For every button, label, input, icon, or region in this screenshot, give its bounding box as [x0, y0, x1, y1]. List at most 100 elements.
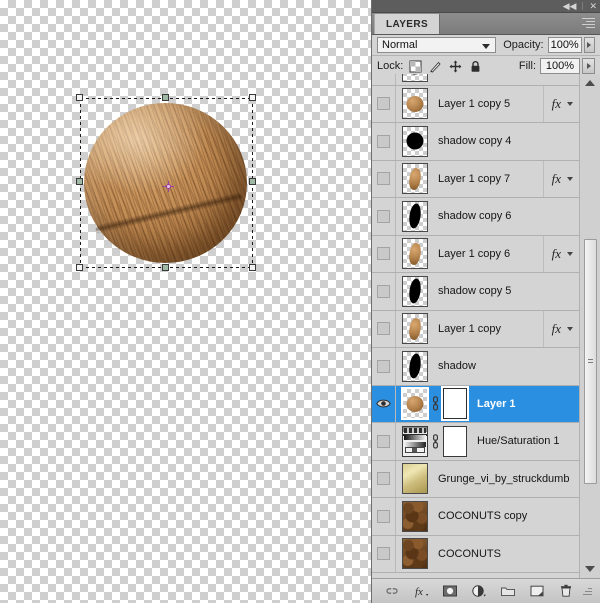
- layer-thumbnail[interactable]: [402, 125, 428, 157]
- delete-layer-icon[interactable]: [558, 583, 574, 599]
- close-icon[interactable]: ✕: [589, 1, 597, 11]
- layer-row[interactable]: Layer 1 copy fx: [372, 310, 579, 348]
- layer-row[interactable]: COCONUTS: [372, 535, 579, 573]
- handle-top-left[interactable]: [76, 94, 83, 101]
- panel-menu-icon[interactable]: [582, 18, 595, 28]
- layer-visibility-toggle[interactable]: [377, 509, 390, 523]
- scrollbar-thumb[interactable]: [584, 239, 597, 484]
- opacity-input[interactable]: 100%: [547, 37, 582, 53]
- layer-row[interactable]: shadow copy: [372, 74, 579, 86]
- opacity-stepper[interactable]: [583, 37, 595, 53]
- layer-row[interactable]: Grunge_vi_by_struckdumb: [372, 460, 579, 498]
- layer-visibility-toggle[interactable]: [377, 172, 390, 186]
- layer-visibility-toggle[interactable]: [377, 322, 390, 336]
- panel-resize-grip[interactable]: [583, 587, 592, 596]
- layer-thumbnail[interactable]: [402, 163, 428, 195]
- layer-effects-indicator[interactable]: fx: [542, 235, 579, 272]
- layer-visibility-toggle[interactable]: [377, 284, 390, 298]
- handle-middle-right[interactable]: [249, 178, 256, 185]
- chevron-down-icon[interactable]: [567, 101, 573, 106]
- fill-stepper[interactable]: [582, 58, 595, 74]
- layer-visibility-cell[interactable]: [372, 123, 396, 160]
- layer-visibility-cell[interactable]: [372, 160, 396, 197]
- layer-row[interactable]: shadow: [372, 348, 579, 386]
- link-mask-icon[interactable]: [431, 396, 440, 411]
- layer-thumbnail[interactable]: [402, 538, 428, 570]
- layer-visibility-toggle[interactable]: [377, 97, 390, 111]
- link-mask-icon[interactable]: [431, 433, 440, 449]
- collapse-panels-icon[interactable]: ◀◀: [563, 1, 577, 11]
- layer-mask-thumbnail[interactable]: [443, 425, 467, 457]
- scroll-down-arrow-icon[interactable]: [580, 562, 600, 576]
- handle-middle-left[interactable]: [76, 178, 83, 185]
- handle-bottom-left[interactable]: [76, 264, 83, 271]
- layer-effects-indicator[interactable]: fx: [542, 85, 579, 122]
- link-layers-icon[interactable]: [384, 583, 400, 599]
- new-layer-icon[interactable]: [529, 583, 545, 599]
- new-adjustment-layer-icon[interactable]: [471, 583, 487, 599]
- lock-all-icon[interactable]: [469, 60, 482, 73]
- handle-bottom-center[interactable]: [162, 264, 169, 271]
- layer-list-scrollbar[interactable]: [579, 74, 600, 578]
- layer-thumbnail[interactable]: [401, 387, 429, 421]
- chevron-down-icon[interactable]: [567, 251, 573, 256]
- chevron-down-icon[interactable]: [567, 176, 573, 181]
- layer-list[interactable]: shadow copy Layer 1 copy 5 fx shadow copy 4…: [372, 74, 600, 578]
- lock-position-icon[interactable]: [449, 60, 462, 73]
- layer-row[interactable]: Hue/Saturation 1: [372, 423, 579, 461]
- layer-visibility-toggle[interactable]: [377, 359, 390, 373]
- layer-visibility-cell[interactable]: [372, 198, 396, 235]
- add-layer-style-icon[interactable]: fx: [413, 583, 429, 599]
- transform-reference-point[interactable]: [163, 181, 174, 192]
- layer-thumbnail[interactable]: [402, 74, 428, 82]
- layer-row[interactable]: Layer 1: [372, 385, 579, 423]
- eye-icon[interactable]: [376, 398, 391, 409]
- canvas-area[interactable]: [0, 0, 371, 603]
- lock-transparency-icon[interactable]: [409, 60, 422, 73]
- layer-visibility-cell[interactable]: [372, 310, 396, 347]
- layer-thumbnail[interactable]: [402, 313, 428, 345]
- layer-thumbnail[interactable]: [402, 463, 428, 495]
- layer-thumbnail[interactable]: [402, 275, 428, 307]
- layer-row[interactable]: Layer 1 copy 6 fx: [372, 235, 579, 273]
- layer-effects-indicator[interactable]: fx: [542, 310, 579, 347]
- layer-row[interactable]: shadow copy 4: [372, 123, 579, 161]
- layer-visibility-cell[interactable]: [372, 460, 396, 497]
- handle-bottom-right[interactable]: [249, 264, 256, 271]
- layer-thumbnail[interactable]: [402, 238, 428, 270]
- layer-thumbnail[interactable]: [402, 88, 428, 120]
- layer-visibility-toggle[interactable]: [377, 134, 390, 148]
- chevron-down-icon[interactable]: [567, 326, 573, 331]
- new-group-icon[interactable]: [500, 583, 516, 599]
- layer-visibility-cell[interactable]: [372, 535, 396, 572]
- layer-visibility-cell[interactable]: [372, 423, 396, 460]
- layer-visibility-cell[interactable]: [372, 385, 396, 422]
- handle-top-center[interactable]: [162, 94, 169, 101]
- handle-top-right[interactable]: [249, 94, 256, 101]
- layer-visibility-cell[interactable]: [372, 74, 396, 85]
- layer-visibility-toggle[interactable]: [377, 247, 390, 261]
- layer-row[interactable]: Layer 1 copy 5 fx: [372, 85, 579, 123]
- layer-thumbnail[interactable]: [402, 200, 428, 232]
- scroll-up-arrow-icon[interactable]: [580, 76, 600, 90]
- layer-row[interactable]: COCONUTS copy: [372, 498, 579, 536]
- layer-visibility-cell[interactable]: [372, 273, 396, 310]
- layer-visibility-toggle[interactable]: [377, 209, 390, 223]
- layer-visibility-cell[interactable]: [372, 498, 396, 535]
- fill-input[interactable]: 100%: [540, 58, 580, 74]
- layer-row[interactable]: shadow copy 6: [372, 198, 579, 236]
- layer-row[interactable]: shadow copy 5: [372, 273, 579, 311]
- layer-effects-indicator[interactable]: fx: [542, 160, 579, 197]
- layer-visibility-toggle[interactable]: [377, 434, 390, 448]
- add-layer-mask-icon[interactable]: [442, 583, 458, 599]
- tab-layers[interactable]: LAYERS: [374, 14, 441, 34]
- layer-visibility-cell[interactable]: [372, 85, 396, 122]
- layer-visibility-toggle[interactable]: [377, 547, 390, 561]
- layer-thumbnail[interactable]: [402, 500, 428, 532]
- layer-visibility-cell[interactable]: [372, 235, 396, 272]
- layer-visibility-cell[interactable]: [372, 348, 396, 385]
- adjustment-thumbnail[interactable]: [402, 425, 428, 457]
- layer-mask-thumbnail[interactable]: [441, 386, 469, 422]
- layer-visibility-toggle[interactable]: [377, 472, 390, 486]
- blend-mode-select[interactable]: Normal: [377, 37, 497, 53]
